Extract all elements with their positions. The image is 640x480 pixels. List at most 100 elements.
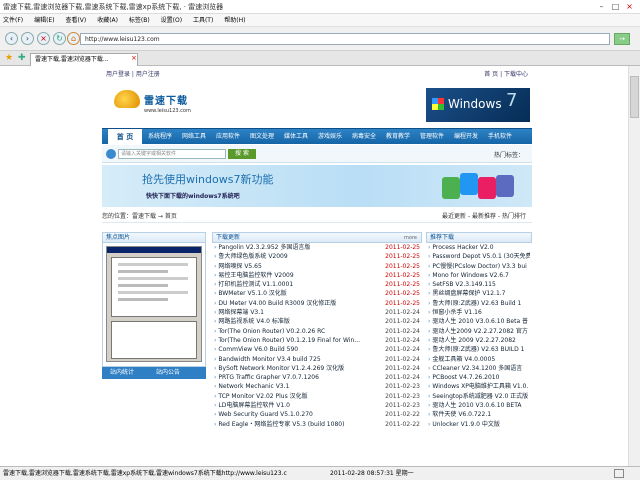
nav-item[interactable]: 编程开发 — [454, 129, 478, 145]
tab-active[interactable]: 雷速下载,雷速浏览器下载... — [30, 53, 138, 66]
item-name[interactable]: 鲁大师(原:Z武器) V2.63 BUILD 1 — [432, 346, 524, 353]
list-item[interactable]: › Tor(The Onion Router) V0.2.0.26 RC 2011-… — [214, 326, 420, 336]
menu-edit[interactable]: 编辑(E) — [34, 14, 54, 27]
list-item[interactable]: › 驱动人生 2010 V3.0.6.10 Beta 普 — [428, 317, 530, 326]
list-item[interactable]: › 驱动人生 2009 V2.2.27.2082 — [428, 336, 530, 345]
item-name[interactable]: 网络探幕端 V3.1 — [218, 309, 264, 316]
nav-item[interactable]: 游戏娱乐 — [318, 129, 342, 145]
item-name[interactable]: Windows XP电脑维护工具箱 V1.0. — [432, 383, 528, 390]
item-name[interactable]: 驱动人生 2010 V3.0.6.10 Beta 普 — [432, 318, 528, 325]
nav-item[interactable]: 教育教学 — [386, 129, 410, 145]
list-item[interactable]: › Tor(The Onion Router) V0.1.2.19 Final f… — [214, 335, 420, 346]
list-item[interactable]: › 网路监视系统 V4.0 标准版 2011-02-24 — [214, 317, 420, 327]
more-link[interactable]: more — [404, 233, 417, 243]
list-item[interactable]: › Bandwidth Monitor V3.4 build 725 2011-02… — [214, 354, 420, 364]
menu-settings[interactable]: 设置(O) — [161, 14, 182, 27]
item-name[interactable]: 鲁大师(原:Z武器) V2.63 Build 1 — [432, 300, 521, 307]
nav-item[interactable]: 病毒安全 — [352, 129, 376, 145]
quick-links[interactable]: 最近更新 - 最新推荐 - 热门排行 — [442, 211, 526, 223]
windows7-ad[interactable]: Windows 7 — [426, 88, 530, 122]
item-name[interactable]: 恒窗小杀手 V1.16 — [432, 309, 481, 316]
item-name[interactable]: 网路监视系统 V4.0 标准版 — [218, 318, 289, 325]
item-name[interactable]: Red Eagle・网络监控专家 V5.3 (build 1080) — [218, 421, 344, 428]
tab-site-notice[interactable]: 站内公告 — [156, 367, 180, 379]
list-item[interactable]: › 网络嗅探 V5.65 2011-02-25 — [214, 261, 420, 271]
tab-site-stats[interactable]: 站内统计 — [110, 367, 134, 379]
list-item[interactable]: › 黑丝绸盘屏幕保护 V12.1.7 — [428, 289, 530, 298]
home-links[interactable]: 首 页 | 下载中心 — [484, 69, 528, 78]
item-name[interactable]: Tor(The Onion Router) V0.2.0.26 RC — [218, 328, 325, 335]
item-name[interactable]: Bandwidth Monitor V3.4 build 725 — [218, 356, 320, 363]
search-input[interactable]: 请输入关键字或相关软件 — [118, 149, 226, 159]
refresh-icon[interactable]: ↻ — [53, 32, 66, 45]
maximize-button[interactable]: □ — [610, 2, 621, 12]
add-favorite-icon[interactable]: ✚ — [18, 53, 26, 63]
list-item[interactable]: › CommView V6.0 Build 590 2011-02-24 — [214, 345, 420, 355]
item-name[interactable]: Tor(The Onion Router) V0.1.2.19 Final fo… — [218, 337, 360, 344]
item-name[interactable]: 驱动人生2009 V2.2.27.2082 官方 — [432, 328, 527, 335]
list-item[interactable]: › Password Depot V5.0.1 (30天免费 — [428, 252, 530, 261]
favorites-star-icon[interactable]: ★ — [5, 53, 13, 63]
list-item[interactable]: › LD电脑屏幕监控软件 V1.0 2011-02-23 — [214, 401, 420, 411]
item-name[interactable]: CCleaner V2.34.1200 多国语言 — [432, 365, 522, 372]
promo-banner[interactable]: 抢先使用windows7新功能 快快下面下载的windows7系统吧 — [102, 165, 532, 207]
list-item[interactable]: › BWMeter V5.1.0 汉化版 2011-02-25 — [214, 289, 420, 299]
tab-close-icon[interactable]: × — [131, 54, 137, 62]
list-item[interactable]: › Pangolin V2.3.2.952 多国语言版 2011-02-25 — [214, 243, 420, 253]
list-item[interactable]: › Mono for Windows V2.6.7 — [428, 271, 530, 280]
list-item[interactable]: › 鲁大师绿色版系统 V2009 2011-02-25 — [214, 252, 420, 262]
item-name[interactable]: 驱动人生 2010 V3.0.6.10 BETA — [432, 402, 521, 409]
home-icon[interactable]: ⌂ — [67, 32, 80, 45]
item-name[interactable]: 打印机监控测试 V1.1.0001 — [218, 281, 293, 288]
list-item[interactable]: › 恒窗小杀手 V1.16 — [428, 308, 530, 317]
item-name[interactable]: Process Hacker V2.0 — [432, 244, 493, 251]
item-name[interactable]: 金舰工具箱 V4.0.0005 — [432, 356, 495, 363]
back-icon[interactable]: ‹ — [5, 32, 18, 45]
forward-icon[interactable]: › — [21, 32, 34, 45]
minimize-button[interactable]: – — [596, 2, 607, 12]
list-item[interactable]: › PCBoost V4.7.26.2010 — [428, 373, 530, 382]
nav-item[interactable]: 应用软件 — [216, 129, 240, 145]
item-name[interactable]: DU Meter V4.00 Build R3009 汉化修正版 — [218, 300, 336, 307]
item-name[interactable]: Seeingtop系统减肥器 V2.0 正式版 — [432, 393, 528, 400]
nav-home[interactable]: 首 页 — [108, 129, 142, 145]
item-name[interactable]: TCP Monitor V2.02 Plus 汉化版 — [218, 393, 307, 400]
list-item[interactable]: › Network Mechanic V3.1 2011-02-23 — [214, 382, 420, 392]
scrollbar-thumb[interactable] — [630, 76, 639, 118]
site-logo[interactable]: 雷速下载 www.leisu123.com — [114, 86, 204, 122]
item-name[interactable]: BySoft Network Monitor V1.2.4.269 汉化版 — [218, 365, 344, 372]
menu-file[interactable]: 文件(F) — [3, 14, 23, 27]
list-item[interactable]: › TCP Monitor V2.02 Plus 汉化版 2011-02-23 — [214, 391, 420, 402]
nav-item[interactable]: 管理软件 — [420, 129, 444, 145]
item-name[interactable]: 驱动人生 2009 V2.2.27.2082 — [432, 337, 515, 344]
list-item[interactable]: › CCleaner V2.34.1200 多国语言 — [428, 364, 530, 373]
item-name[interactable]: Network Mechanic V3.1 — [218, 383, 289, 390]
item-name[interactable]: PC慢慢(PCslow Doctor) V3.3 bui — [432, 263, 526, 270]
status-indicator-icon[interactable] — [614, 469, 624, 478]
menu-view[interactable]: 查看(V) — [65, 14, 86, 27]
list-item[interactable]: › 网络探幕端 V3.1 2011-02-24 — [214, 308, 420, 318]
item-name[interactable]: Web Security Guard V5.1.0.270 — [218, 411, 312, 418]
list-item[interactable]: › Unlocker V1.9.0 中文版 — [428, 420, 530, 429]
item-name[interactable]: Unlocker V1.9.0 中文版 — [432, 421, 499, 428]
item-name[interactable]: Mono for Windows V2.6.7 — [432, 272, 508, 279]
list-item[interactable]: › 鲁大师(原:Z武器) V2.63 Build 1 — [428, 299, 530, 308]
list-item[interactable]: › DU Meter V4.00 Build R3009 汉化修正版 2011-02… — [214, 298, 420, 309]
item-name[interactable]: PCBoost V4.7.26.2010 — [432, 374, 499, 381]
list-item[interactable]: › 易控王电脑监控软件 V2009 2011-02-25 — [214, 270, 420, 281]
item-name[interactable]: 易控王电脑监控软件 V2009 — [218, 272, 293, 279]
list-item[interactable]: › 软件天使 V6.0.722.1 — [428, 410, 530, 419]
item-name[interactable]: 鲁大师绿色版系统 V2009 — [218, 253, 287, 260]
search-button[interactable]: 搜 索 — [228, 149, 256, 159]
item-name[interactable]: PRTG Traffic Grapher V7.0.7.1206 — [218, 374, 319, 381]
list-item[interactable]: › Windows XP电脑维护工具箱 V1.0. — [428, 382, 530, 391]
list-item[interactable]: › Web Security Guard V5.1.0.270 2011-02-22 — [214, 410, 420, 420]
item-name[interactable]: LD电脑屏幕监控软件 V1.0 — [218, 402, 290, 409]
item-name[interactable]: SetFSB V2.3.149.115 — [432, 281, 495, 288]
go-button[interactable]: → — [614, 33, 630, 45]
list-item[interactable]: › BySoft Network Monitor V1.2.4.269 汉化版 20… — [214, 363, 420, 374]
list-item[interactable]: › 驱动人生2009 V2.2.27.2082 官方 — [428, 327, 530, 336]
list-item[interactable]: › Process Hacker V2.0 — [428, 243, 530, 252]
list-item[interactable]: › PRTG Traffic Grapher V7.0.7.1206 2011-02… — [214, 373, 420, 383]
item-name[interactable]: CommView V6.0 Build 590 — [218, 346, 298, 353]
